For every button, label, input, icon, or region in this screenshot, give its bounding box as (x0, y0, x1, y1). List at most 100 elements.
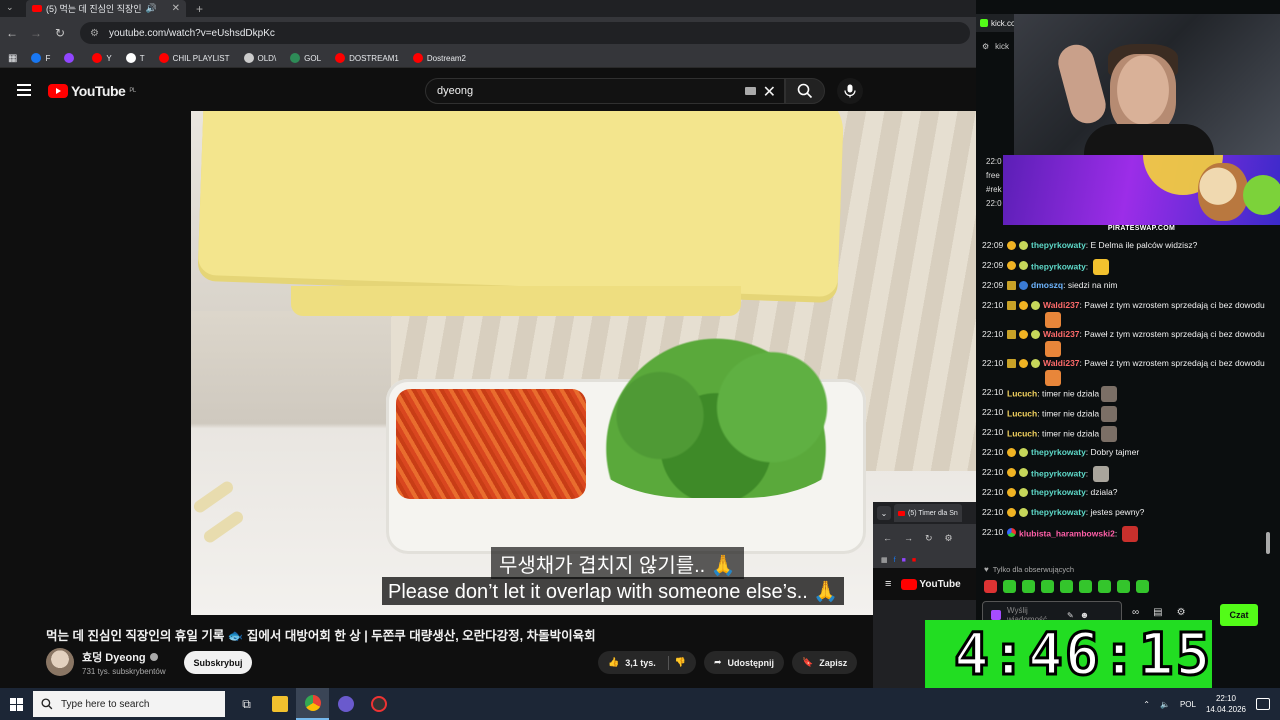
bookmark-item[interactable]: OLD\ (243, 53, 276, 63)
user-badge-icon[interactable] (1019, 488, 1028, 497)
menu-hamburger-icon[interactable] (17, 84, 31, 99)
taskbar-search-input[interactable]: Type here to search (33, 691, 225, 717)
facebook-icon[interactable]: f (894, 557, 896, 564)
clear-search-icon[interactable]: ✕ (763, 82, 776, 102)
subscribe-button[interactable]: Subskrybuj (184, 651, 252, 674)
user-badge-icon[interactable] (1007, 488, 1016, 497)
user-badge-icon[interactable] (1007, 468, 1016, 477)
share-button[interactable]: ➦ Udostępnij (703, 651, 785, 674)
bookmark-item[interactable]: Dostream2 (412, 53, 466, 63)
chat-emote[interactable] (1045, 312, 1061, 328)
tray-overflow-icon[interactable]: ⌃ (1143, 700, 1150, 709)
user-badge-icon[interactable] (1031, 359, 1040, 368)
user-badge-icon[interactable] (1019, 330, 1028, 339)
bookmark-item[interactable] (64, 53, 78, 63)
user-badge-icon[interactable] (1007, 330, 1016, 339)
emote-button[interactable] (1098, 580, 1111, 593)
site-settings-icon[interactable]: ⚙ (945, 533, 953, 544)
user-badge-icon[interactable] (1007, 508, 1016, 517)
mini-browser-tab[interactable]: (5) Timer dla Sn (894, 504, 962, 522)
emote-button[interactable] (1079, 580, 1092, 593)
user-badge-icon[interactable] (1019, 448, 1028, 457)
user-badge-icon[interactable] (1019, 301, 1028, 310)
emote-button[interactable] (1022, 580, 1035, 593)
recording-app-button[interactable] (362, 688, 395, 720)
youtube-logo[interactable]: YouTube PL (48, 83, 136, 99)
sponsor-banner[interactable] (1003, 155, 1280, 225)
kick-address[interactable]: ⚙ kick (976, 36, 1016, 56)
reload-button[interactable]: ↻ (925, 533, 933, 544)
like-button[interactable]: 👍 3,1 tys. 👎 (598, 651, 696, 674)
notifications-icon[interactable] (1256, 698, 1270, 710)
mini-youtube-logo[interactable]: YouTube (919, 579, 960, 590)
chat-emote[interactable] (1092, 259, 1109, 275)
new-tab-button[interactable]: + (196, 2, 203, 16)
user-badge-icon[interactable] (1007, 359, 1016, 368)
send-chat-button[interactable]: Czat (1220, 604, 1258, 626)
apps-grid-icon[interactable]: ▦ (8, 53, 17, 64)
user-badge-icon[interactable] (1007, 528, 1016, 537)
user-badge-icon[interactable] (1007, 261, 1016, 270)
channel-avatar[interactable] (46, 648, 74, 676)
start-button[interactable] (0, 688, 32, 720)
chat-username[interactable]: thepyrkowaty (1031, 447, 1086, 457)
chat-username[interactable]: dmoszq (1031, 280, 1063, 290)
chat-emote[interactable] (1101, 426, 1118, 442)
back-button[interactable]: ← (0, 26, 24, 40)
video-player[interactable]: 무생채가 겹치지 않기를.. 🙏 Please don’t let it ove… (191, 111, 976, 615)
chat-username[interactable]: thepyrkowaty (1031, 240, 1086, 250)
chat-scrollbar[interactable] (1266, 60, 1272, 670)
voice-search-button[interactable] (837, 78, 863, 104)
bookmark-item[interactable]: T (125, 53, 145, 63)
emote-button[interactable] (1041, 580, 1054, 593)
timer-video[interactable]: 4:46:15 (926, 620, 1212, 688)
chat-emote[interactable] (1045, 341, 1061, 357)
chat-username[interactable]: Waldi237 (1043, 300, 1080, 310)
extensions-icon[interactable]: ∞ (1132, 607, 1139, 618)
smiley-icon[interactable]: ☻ (1080, 610, 1089, 620)
url-field[interactable]: ⚙ youtube.com/watch?v=eUshsdDkpKc (80, 22, 970, 44)
chat-username[interactable]: Waldi237 (1043, 358, 1080, 368)
tab-search-chevron-icon[interactable]: ⌄ (6, 2, 14, 13)
chrome-button[interactable] (296, 688, 329, 720)
bookmark-item[interactable]: GOL (290, 53, 321, 63)
reload-button[interactable]: ↻ (48, 26, 72, 40)
language-indicator[interactable]: POL (1180, 700, 1196, 709)
chat-emote[interactable] (1121, 526, 1138, 542)
emote-button[interactable] (1060, 580, 1073, 593)
user-badge-icon[interactable] (1019, 261, 1028, 270)
user-badge-icon[interactable] (1007, 241, 1016, 250)
chat-username[interactable]: thepyrkowaty (1031, 487, 1086, 497)
forward-button[interactable]: → (904, 533, 913, 543)
emote-picker-icon[interactable]: ✎ (1067, 611, 1074, 620)
menu-hamburger-icon[interactable]: ≡ (885, 578, 891, 590)
thumbs-down-icon[interactable]: 👎 (675, 657, 686, 668)
clock[interactable]: 22:10 14.04.2026 (1206, 693, 1246, 715)
user-badge-icon[interactable] (1019, 281, 1028, 290)
user-badge-icon[interactable] (1031, 301, 1040, 310)
task-view-button[interactable]: ⧉ (230, 688, 263, 720)
user-badge-icon[interactable] (1031, 330, 1040, 339)
speaker-icon[interactable]: 🔊 (146, 3, 157, 14)
user-badge-icon[interactable] (1019, 468, 1028, 477)
user-badge-icon[interactable] (1019, 359, 1028, 368)
app-button[interactable] (329, 688, 362, 720)
chat-username[interactable]: Lucuch (1007, 388, 1037, 398)
chat-username[interactable]: Lucuch (1007, 428, 1037, 438)
speaker-icon[interactable]: 🔈 (1160, 700, 1170, 709)
kick-tab[interactable]: kick.co (976, 14, 1016, 32)
scrollbar-thumb[interactable] (1266, 532, 1270, 554)
search-button[interactable] (785, 78, 825, 104)
bookmark-item[interactable]: F (31, 53, 50, 63)
back-button[interactable]: ← (883, 533, 892, 543)
channel-name-row[interactable]: 효덩 Dyeong (82, 649, 166, 665)
twitch-icon[interactable]: ■ (902, 557, 906, 564)
chat-username[interactable]: thepyrkowaty (1031, 507, 1086, 517)
store-icon[interactable]: ▤ (1153, 607, 1162, 618)
chat-username[interactable]: klubista_harambowski2 (1019, 528, 1115, 538)
user-badge-icon[interactable] (1019, 508, 1028, 517)
bookmark-item[interactable]: DOSTREAM1 (335, 53, 399, 63)
user-badge-icon[interactable] (1019, 241, 1028, 250)
bookmark-item[interactable]: CHIL PLAYLIST (158, 53, 230, 63)
chat-username[interactable]: Waldi237 (1043, 329, 1080, 339)
